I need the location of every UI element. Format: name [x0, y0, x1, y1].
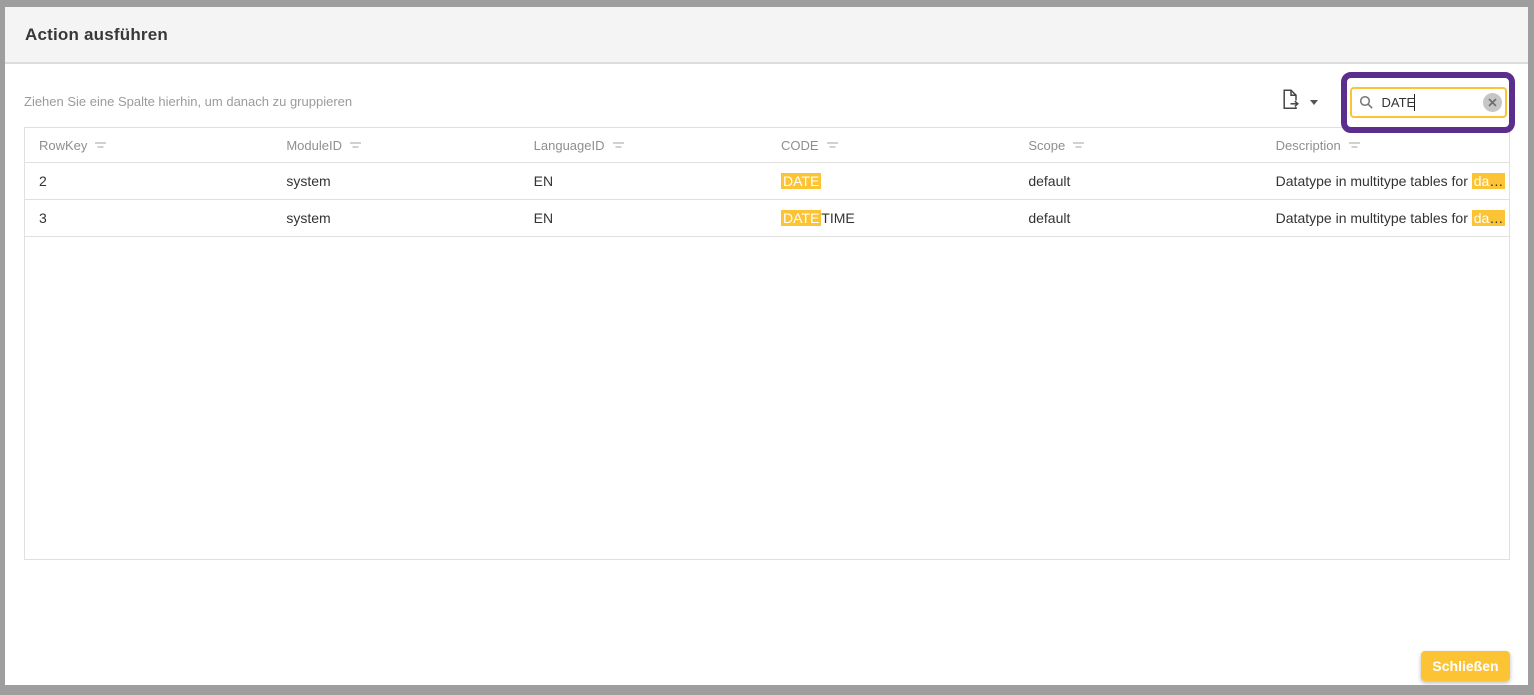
column-header-label: ModuleID — [286, 138, 342, 153]
column-header-label: RowKey — [39, 138, 87, 153]
search-panel — [1350, 87, 1507, 118]
cell-scope: default — [1014, 173, 1261, 189]
cell-description: Datatype in multitype tables for da… — [1262, 173, 1509, 189]
grid-header-row: RowKey ModuleID LanguageID — [25, 128, 1509, 163]
truncation-ellipsis: … — [1489, 210, 1503, 226]
header-filter-icon[interactable] — [94, 138, 107, 153]
header-filter-icon[interactable] — [826, 138, 839, 153]
search-annotation-highlight — [1341, 72, 1515, 133]
cell-rowkey: 3 — [25, 210, 272, 226]
header-filter-icon[interactable] — [1072, 138, 1085, 153]
text-cursor — [1414, 94, 1415, 111]
cell-description-text: Datatype in multitype tables for — [1276, 210, 1472, 226]
column-header-label: Description — [1276, 138, 1341, 153]
column-header-label: LanguageID — [534, 138, 605, 153]
cell-code: DATETIME — [767, 210, 1014, 226]
search-highlight: DATE — [781, 210, 821, 226]
column-header-rowkey[interactable]: RowKey — [25, 128, 272, 162]
search-highlight: DATE — [781, 173, 821, 189]
dialog-title: Action ausführen — [25, 25, 168, 45]
table-row[interactable]: 2 system EN DATE default Datatype in mul… — [25, 163, 1509, 200]
cell-description-text: Datatype in multitype tables for — [1276, 173, 1472, 189]
dialog-titlebar: Action ausführen — [5, 7, 1528, 64]
column-header-code[interactable]: CODE — [767, 128, 1014, 162]
dialog-window: Action ausführen Ziehen Sie eine Spalte … — [0, 0, 1534, 695]
cell-code: DATE — [767, 173, 1014, 189]
truncation-ellipsis: … — [1489, 173, 1503, 189]
column-header-label: CODE — [781, 138, 819, 153]
clear-search-button[interactable] — [1483, 93, 1502, 112]
highlight-text: da — [1474, 173, 1490, 189]
export-button[interactable] — [1281, 90, 1318, 114]
highlight-text: da — [1474, 210, 1490, 226]
chevron-down-icon — [1310, 100, 1318, 105]
column-header-scope[interactable]: Scope — [1014, 128, 1261, 162]
column-header-moduleid[interactable]: ModuleID — [272, 128, 519, 162]
header-filter-icon[interactable] — [612, 138, 625, 153]
dialog-content: Ziehen Sie eine Spalte hierhin, um danac… — [5, 64, 1528, 685]
column-header-label: Scope — [1028, 138, 1065, 153]
cell-languageid: EN — [520, 173, 767, 189]
cell-moduleid: system — [272, 173, 519, 189]
cell-rowkey: 2 — [25, 173, 272, 189]
export-icon — [1281, 89, 1299, 115]
column-header-languageid[interactable]: LanguageID — [520, 128, 767, 162]
close-icon — [1487, 97, 1498, 108]
search-icon — [1359, 95, 1374, 115]
cell-description: Datatype in multitype tables for da… — [1262, 210, 1509, 226]
cell-code-rest: TIME — [821, 210, 854, 226]
table-row[interactable]: 3 system EN DATETIME default Datatype in… — [25, 200, 1509, 237]
search-highlight: da… — [1472, 210, 1506, 226]
column-header-description[interactable]: Description — [1262, 128, 1509, 162]
data-grid: RowKey ModuleID LanguageID — [24, 127, 1510, 560]
group-panel-drop-area: Ziehen Sie eine Spalte hierhin, um danac… — [24, 94, 352, 109]
header-filter-icon[interactable] — [349, 138, 362, 153]
header-filter-icon[interactable] — [1348, 138, 1361, 153]
search-highlight: da… — [1472, 173, 1506, 189]
cell-scope: default — [1014, 210, 1261, 226]
cell-languageid: EN — [520, 210, 767, 226]
cell-moduleid: system — [272, 210, 519, 226]
close-dialog-button[interactable]: Schließen — [1421, 651, 1510, 681]
